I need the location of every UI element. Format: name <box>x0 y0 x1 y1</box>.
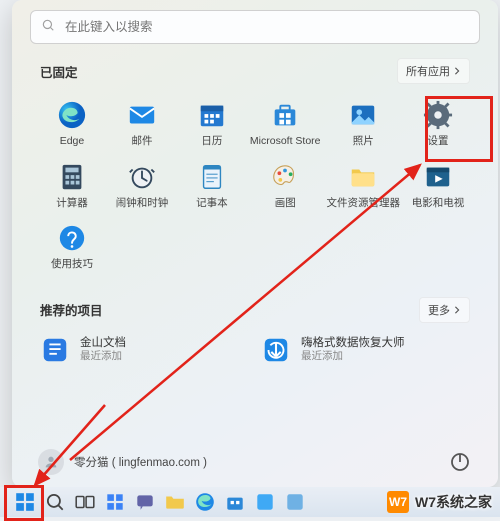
calendar-icon <box>197 100 227 130</box>
tile-label: 照片 <box>353 136 374 148</box>
tile-notepad[interactable]: 记事本 <box>180 162 244 210</box>
tile-label: 设置 <box>428 136 449 148</box>
search-icon <box>44 491 66 513</box>
calculator-icon <box>57 162 87 192</box>
taskbar-chat[interactable] <box>134 491 156 513</box>
file-explorer-icon <box>348 162 378 192</box>
paint-icon <box>270 162 300 192</box>
pinned-title: 已固定 <box>40 62 78 81</box>
tile-label: 记事本 <box>196 198 228 210</box>
tile-mail[interactable]: 邮件 <box>110 100 174 148</box>
recovery-icon <box>261 335 291 365</box>
tile-tips[interactable]: 使用技巧 <box>40 223 104 271</box>
user-row: 零分猫 ( lingfenmao.com ) <box>12 437 498 487</box>
chevron-right-icon <box>453 306 461 314</box>
edge-icon <box>194 491 216 513</box>
more-button[interactable]: 更多 <box>419 297 470 323</box>
more-label: 更多 <box>428 302 450 318</box>
highlight-start-button <box>4 485 44 521</box>
store-icon <box>270 100 300 130</box>
taskbar-widgets[interactable] <box>104 491 126 513</box>
watermark-logo: W7 <box>387 491 409 513</box>
app-icon <box>254 491 276 513</box>
start-menu: 已固定 所有应用 Edge 邮件 <box>12 0 498 487</box>
edge-icon <box>57 100 87 130</box>
gear-icon <box>423 100 453 130</box>
tile-label: 电影和电视 <box>412 198 465 210</box>
taskbar-taskview[interactable] <box>74 491 96 513</box>
tile-label: 计算器 <box>56 198 88 210</box>
search-box[interactable] <box>30 10 480 44</box>
tile-microsoft-store[interactable]: Microsoft Store <box>250 100 321 148</box>
watermark-text: W7系统之家 <box>415 492 492 512</box>
all-apps-label: 所有应用 <box>406 63 450 79</box>
tile-settings[interactable]: 设置 <box>406 100 470 148</box>
movies-tv-icon <box>423 162 453 192</box>
watermark: W7 W7系统之家 <box>387 491 492 513</box>
taskbar-app[interactable] <box>254 491 276 513</box>
chat-icon <box>134 491 156 513</box>
tile-label: 画图 <box>275 198 296 210</box>
store-icon <box>224 491 246 513</box>
pinned-section: 已固定 所有应用 Edge 邮件 <box>40 58 470 271</box>
recommended-item-jinshan-docs[interactable]: 金山文档 最近添加 <box>40 335 249 365</box>
taskbar-edge[interactable] <box>194 491 216 513</box>
tile-calendar[interactable]: 日历 <box>180 100 244 148</box>
tile-label: 闹钟和时钟 <box>116 198 169 210</box>
tile-file-explorer[interactable]: 文件资源管理器 <box>327 162 401 210</box>
avatar[interactable] <box>38 449 64 475</box>
chevron-right-icon <box>453 67 461 75</box>
widgets-icon <box>104 491 126 513</box>
tile-label: Edge <box>60 136 85 148</box>
tile-label: 使用技巧 <box>51 259 93 271</box>
clock-icon <box>127 162 157 192</box>
tips-icon <box>57 223 87 253</box>
pinned-grid: Edge 邮件 日历 Microsoft Store <box>40 100 470 271</box>
recommended-item-recovery-master[interactable]: 嗨格式数据恢复大师 最近添加 <box>261 335 470 365</box>
tile-photos[interactable]: 照片 <box>327 100 401 148</box>
taskbar-app-2[interactable] <box>284 491 306 513</box>
taskbar-explorer[interactable] <box>164 491 186 513</box>
photos-icon <box>348 100 378 130</box>
tile-alarms[interactable]: 闹钟和时钟 <box>110 162 174 210</box>
tile-paint[interactable]: 画图 <box>250 162 321 210</box>
recommended-item-title: 金山文档 <box>80 336 126 350</box>
power-button[interactable] <box>448 450 472 474</box>
tile-label: Microsoft Store <box>250 136 321 148</box>
tile-label: 日历 <box>201 136 222 148</box>
recommended-title: 推荐的项目 <box>40 300 103 319</box>
notepad-icon <box>197 162 227 192</box>
user-icon <box>43 454 59 470</box>
folder-icon <box>164 491 186 513</box>
recommended-section: 推荐的项目 更多 金山文档 最近添加 嗨格式数 <box>40 297 470 365</box>
tile-label: 邮件 <box>131 136 152 148</box>
jinshan-docs-icon <box>40 335 70 365</box>
search-icon <box>41 18 55 37</box>
tile-label: 文件资源管理器 <box>327 198 401 210</box>
search-input[interactable] <box>63 19 469 35</box>
recommended-item-title: 嗨格式数据恢复大师 <box>301 336 405 350</box>
taskbar-search[interactable] <box>44 491 66 513</box>
taskview-icon <box>74 491 96 513</box>
tile-calculator[interactable]: 计算器 <box>40 162 104 210</box>
power-icon <box>448 450 472 474</box>
all-apps-button[interactable]: 所有应用 <box>397 58 470 84</box>
taskbar-store[interactable] <box>224 491 246 513</box>
app-icon <box>284 491 306 513</box>
recommended-item-subtitle: 最近添加 <box>80 350 126 363</box>
mail-icon <box>127 100 157 130</box>
tile-movies-tv[interactable]: 电影和电视 <box>406 162 470 210</box>
recommended-item-subtitle: 最近添加 <box>301 350 405 363</box>
user-name[interactable]: 零分猫 ( lingfenmao.com ) <box>74 454 207 470</box>
tile-edge[interactable]: Edge <box>40 100 104 148</box>
